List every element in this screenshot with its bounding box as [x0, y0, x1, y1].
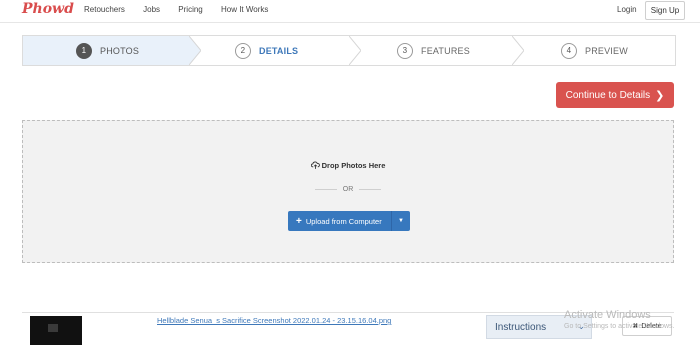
file-name-link[interactable]: Hellblade Senua_s Sacrifice Screenshot 2…	[157, 316, 391, 325]
top-navbar: Phowd Retouchers Jobs Pricing How It Wor…	[0, 0, 700, 23]
step-label: FEATURES	[421, 45, 470, 56]
step-features[interactable]: 3 FEATURES	[397, 36, 517, 65]
step-photos[interactable]: 1 PHOTOS	[23, 36, 189, 65]
nav-link-jobs[interactable]: Jobs	[143, 5, 160, 14]
step-label: PHOTOS	[100, 45, 140, 56]
step-label: PREVIEW	[585, 45, 628, 56]
drop-photos-title: Drop Photos Here	[23, 161, 673, 170]
nav-link-retouchers[interactable]: Retouchers	[84, 5, 125, 14]
windows-activation-title: Activate Windows	[564, 309, 651, 321]
upload-label: Upload from Computer	[305, 216, 382, 226]
step-details[interactable]: 2 DETAILS	[235, 36, 355, 65]
continue-to-details-button[interactable]: Continue to Details ❯	[556, 82, 674, 108]
step-preview[interactable]: 4 PREVIEW	[561, 36, 671, 65]
or-divider: OR	[23, 186, 673, 193]
step-divider-icon	[512, 36, 524, 65]
nav-links: Retouchers Jobs Pricing How It Works	[84, 5, 284, 14]
divider-line	[359, 189, 382, 190]
nav-link-pricing[interactable]: Pricing	[178, 5, 202, 14]
upload-from-computer-button[interactable]: + Upload from Computer ▼	[288, 211, 410, 231]
step-number: 1	[76, 42, 92, 59]
photo-drop-zone[interactable]: Drop Photos Here OR + Upload from Comput…	[22, 120, 674, 263]
divider-line	[314, 189, 337, 190]
drop-title-text: Drop Photos Here	[321, 161, 386, 170]
instructions-label: Instructions	[495, 321, 547, 333]
step-number: 2	[235, 42, 251, 59]
nav-link-how-it-works[interactable]: How It Works	[221, 5, 268, 14]
caret-down-icon[interactable]: ▼	[391, 211, 410, 231]
step-divider-icon	[189, 36, 201, 65]
logo[interactable]: Phowd	[22, 1, 74, 17]
photo-thumbnail[interactable]	[30, 316, 82, 345]
step-number: 4	[561, 42, 577, 59]
step-divider-icon	[349, 36, 361, 65]
signup-button[interactable]: Sign Up	[645, 1, 685, 20]
login-link[interactable]: Login	[617, 5, 637, 14]
plus-icon: +	[296, 215, 302, 227]
step-number: 3	[397, 42, 413, 59]
or-text: OR	[342, 186, 354, 193]
upload-cloud-icon	[310, 161, 320, 169]
windows-activation-subtitle: Go to Settings to activate Windows.	[564, 323, 675, 330]
chevron-right-icon: ❯	[655, 89, 665, 102]
continue-label: Continue to Details	[565, 89, 651, 101]
progress-steps: 1 PHOTOS 2 DETAILS 3 FEATURES 4 PREVIEW	[22, 35, 676, 66]
step-label: DETAILS	[259, 45, 299, 56]
